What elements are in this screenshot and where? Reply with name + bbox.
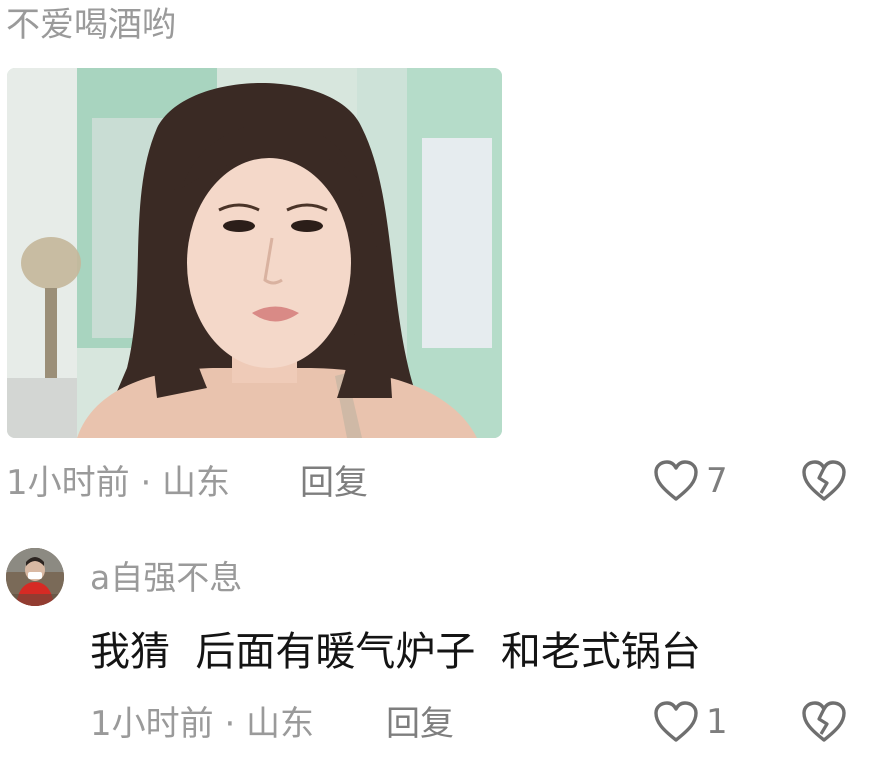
comment-photo-illustration <box>7 68 502 438</box>
username[interactable]: a自强不息 <box>90 556 242 600</box>
avatar[interactable] <box>6 548 64 606</box>
heart-outline-icon <box>654 460 698 501</box>
heart-outline-icon <box>654 701 698 742</box>
comment-text: 不爱喝酒哟 <box>6 5 176 45</box>
like-button[interactable]: 7 <box>652 458 728 504</box>
comment-text: 我猜 后面有暖气炉子 和老式锅台 <box>90 629 701 675</box>
broken-heart-icon <box>802 701 846 742</box>
like-button[interactable]: 1 <box>652 699 728 745</box>
comment-meta: 1小时前 · 山东 <box>90 704 315 744</box>
avatar-image <box>6 548 64 606</box>
comment-image[interactable] <box>7 68 502 438</box>
like-count: 1 <box>706 702 728 742</box>
broken-heart-icon <box>802 460 846 501</box>
dislike-button[interactable] <box>800 458 848 508</box>
like-count: 7 <box>706 461 728 501</box>
reply-button[interactable]: 回复 <box>386 702 454 746</box>
reply-button[interactable]: 回复 <box>300 461 368 505</box>
dislike-button[interactable] <box>800 699 848 749</box>
comment-meta: 1小时前 · 山东 <box>6 463 231 503</box>
